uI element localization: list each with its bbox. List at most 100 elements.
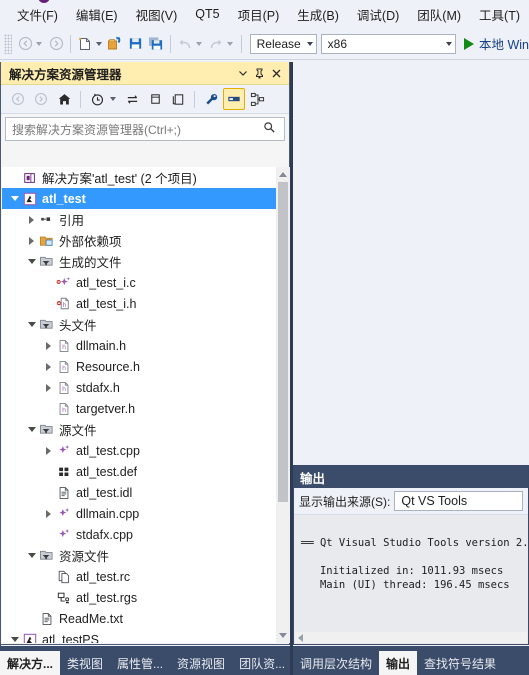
tree-row[interactable]: atl_test.cpp bbox=[2, 440, 276, 461]
solution-tree[interactable]: 解决方案'atl_test' (2 个项目) atl_test 引用 外部依赖项 生成的… bbox=[2, 167, 290, 643]
tree-vertical-scrollbar[interactable] bbox=[276, 167, 290, 643]
new-project-dropdown-icon[interactable] bbox=[95, 41, 102, 46]
tree-row[interactable]: 外部依赖项 bbox=[2, 230, 276, 251]
expander-collapsed-icon[interactable] bbox=[42, 381, 55, 394]
tree-row[interactable]: atl_testPS bbox=[2, 629, 276, 643]
expander-collapsed-icon[interactable] bbox=[25, 213, 38, 226]
output-text[interactable]: ══ Qt Visual Studio Tools version 2.6 In… bbox=[295, 515, 527, 632]
toolbar-grip[interactable] bbox=[4, 33, 13, 54]
tab-property-manager[interactable]: 属性管... bbox=[110, 651, 170, 675]
properties-icon[interactable] bbox=[200, 88, 222, 110]
refresh-icon[interactable] bbox=[144, 88, 166, 110]
expander-expanded-icon[interactable] bbox=[25, 318, 38, 331]
tab-find-symbol-results[interactable]: 查找符号结果 bbox=[417, 651, 503, 675]
scrollbar-thumb[interactable] bbox=[278, 182, 288, 502]
solution-explorer-view-icon[interactable] bbox=[246, 88, 268, 110]
tree-row[interactable]: atl_test bbox=[2, 188, 276, 209]
expander-expanded-icon[interactable] bbox=[8, 633, 21, 643]
tree-row[interactable]: ReadMe.txt bbox=[2, 608, 276, 629]
expander-expanded-icon[interactable] bbox=[25, 423, 38, 436]
menu-debug[interactable]: 调试(D) bbox=[348, 2, 408, 27]
menu-qt5[interactable]: QT5 bbox=[186, 4, 228, 24]
tab-team-explorer[interactable]: 团队资... bbox=[232, 651, 292, 675]
redo-dropdown-icon[interactable] bbox=[226, 41, 233, 46]
tree-row[interactable]: atl_test.idl bbox=[2, 482, 276, 503]
search-input[interactable]: 搜索解决方案资源管理器(Ctrl+;) bbox=[5, 117, 285, 141]
undo-dropdown-icon[interactable] bbox=[195, 41, 202, 46]
chevron-down-icon bbox=[279, 633, 287, 638]
tree-row[interactable]: 源文件 bbox=[2, 419, 276, 440]
tree-row[interactable]: atl_test.def bbox=[2, 461, 276, 482]
pending-changes-icon[interactable] bbox=[86, 88, 108, 110]
undo-icon[interactable] bbox=[175, 33, 195, 55]
output-source-value: Qt VS Tools bbox=[401, 494, 468, 508]
forward-icon[interactable] bbox=[30, 88, 52, 110]
solution-platform-combo[interactable]: x86 bbox=[320, 33, 456, 54]
preview-selected-items-icon[interactable] bbox=[223, 88, 245, 110]
scroll-down-button[interactable] bbox=[276, 628, 290, 643]
tree-row[interactable]: atl_test_i.c bbox=[2, 272, 276, 293]
tree-row[interactable]: dllmain.cpp bbox=[2, 503, 276, 524]
expander-expanded-icon[interactable] bbox=[25, 255, 38, 268]
navigate-forward-icon[interactable] bbox=[46, 33, 66, 55]
menu-project[interactable]: 项目(P) bbox=[229, 2, 289, 27]
save-icon[interactable] bbox=[126, 33, 146, 55]
new-project-icon[interactable] bbox=[75, 33, 95, 55]
navigate-back-icon[interactable] bbox=[15, 33, 35, 55]
tab-output[interactable]: 输出 bbox=[379, 651, 418, 675]
search-icon[interactable] bbox=[263, 121, 276, 137]
tree-row[interactable]: atl_test.rgs bbox=[2, 587, 276, 608]
menu-file[interactable]: 文件(F) bbox=[8, 2, 67, 27]
tree-row[interactable]: 生成的文件 bbox=[2, 251, 276, 272]
expander-collapsed-icon[interactable] bbox=[42, 339, 55, 352]
scroll-up-button[interactable] bbox=[276, 167, 290, 182]
output-source-combo[interactable]: Qt VS Tools bbox=[394, 491, 523, 511]
toolbar-separator-2 bbox=[194, 90, 195, 108]
right-tool-window-tabs: 调用层次结构 输出 查找符号结果 bbox=[293, 646, 529, 675]
expander-collapsed-icon[interactable] bbox=[42, 444, 55, 457]
tree-row[interactable]: h dllmain.h bbox=[2, 335, 276, 356]
pin-icon[interactable] bbox=[251, 65, 268, 82]
open-file-icon[interactable] bbox=[106, 33, 126, 55]
tab-class-view[interactable]: 类视图 bbox=[60, 651, 110, 675]
tree-row[interactable]: stdafx.cpp bbox=[2, 524, 276, 545]
menu-team[interactable]: 团队(M) bbox=[408, 2, 470, 27]
expander-expanded-icon[interactable] bbox=[8, 192, 21, 205]
header-icon: h bbox=[55, 359, 72, 375]
close-icon[interactable] bbox=[268, 65, 285, 82]
tree-row[interactable]: h targetver.h bbox=[2, 398, 276, 419]
chevron-down-icon[interactable] bbox=[110, 97, 116, 101]
navigate-back-dropdown-icon[interactable] bbox=[36, 41, 43, 46]
tree-row[interactable]: atl_test.rc bbox=[2, 566, 276, 587]
tree-row[interactable]: 头文件 bbox=[2, 314, 276, 335]
save-all-icon[interactable] bbox=[146, 33, 166, 55]
expander-collapsed-icon[interactable] bbox=[25, 234, 38, 247]
chevron-left-icon[interactable] bbox=[298, 633, 303, 642]
collapse-all-icon[interactable] bbox=[167, 88, 189, 110]
menu-build[interactable]: 生成(B) bbox=[288, 2, 348, 27]
menu-edit[interactable]: 编辑(E) bbox=[67, 2, 127, 27]
home-icon[interactable] bbox=[53, 88, 75, 110]
output-horizontal-scrollbar[interactable] bbox=[295, 632, 527, 643]
tree-row[interactable]: h atl_test_i.h bbox=[2, 293, 276, 314]
sync-with-active-document-icon[interactable] bbox=[121, 88, 143, 110]
expander-collapsed-icon[interactable] bbox=[42, 360, 55, 373]
start-debug-button[interactable]: 本地 Win bbox=[464, 34, 529, 53]
expander-expanded-icon[interactable] bbox=[25, 549, 38, 562]
solution-configuration-combo[interactable]: Release bbox=[249, 33, 317, 54]
tree-row[interactable]: 引用 bbox=[2, 209, 276, 230]
expander-collapsed-icon[interactable] bbox=[42, 507, 55, 520]
redo-icon[interactable] bbox=[206, 33, 226, 55]
tree-row[interactable]: h stdafx.h bbox=[2, 377, 276, 398]
tree-row[interactable]: 解决方案'atl_test' (2 个项目) bbox=[2, 167, 276, 188]
back-icon[interactable] bbox=[7, 88, 29, 110]
chevron-down-icon[interactable] bbox=[234, 65, 251, 82]
tab-solution-explorer[interactable]: 解决方... bbox=[0, 651, 61, 675]
menu-tools[interactable]: 工具(T) bbox=[470, 2, 529, 27]
tree-row[interactable]: 资源文件 bbox=[2, 545, 276, 566]
tree-row[interactable]: h Resource.h bbox=[2, 356, 276, 377]
tab-call-hierarchy[interactable]: 调用层次结构 bbox=[293, 651, 379, 675]
tab-resource-view[interactable]: 资源视图 bbox=[170, 651, 232, 675]
tree-row-label: atl_test.def bbox=[76, 464, 138, 479]
menu-view[interactable]: 视图(V) bbox=[127, 2, 187, 27]
